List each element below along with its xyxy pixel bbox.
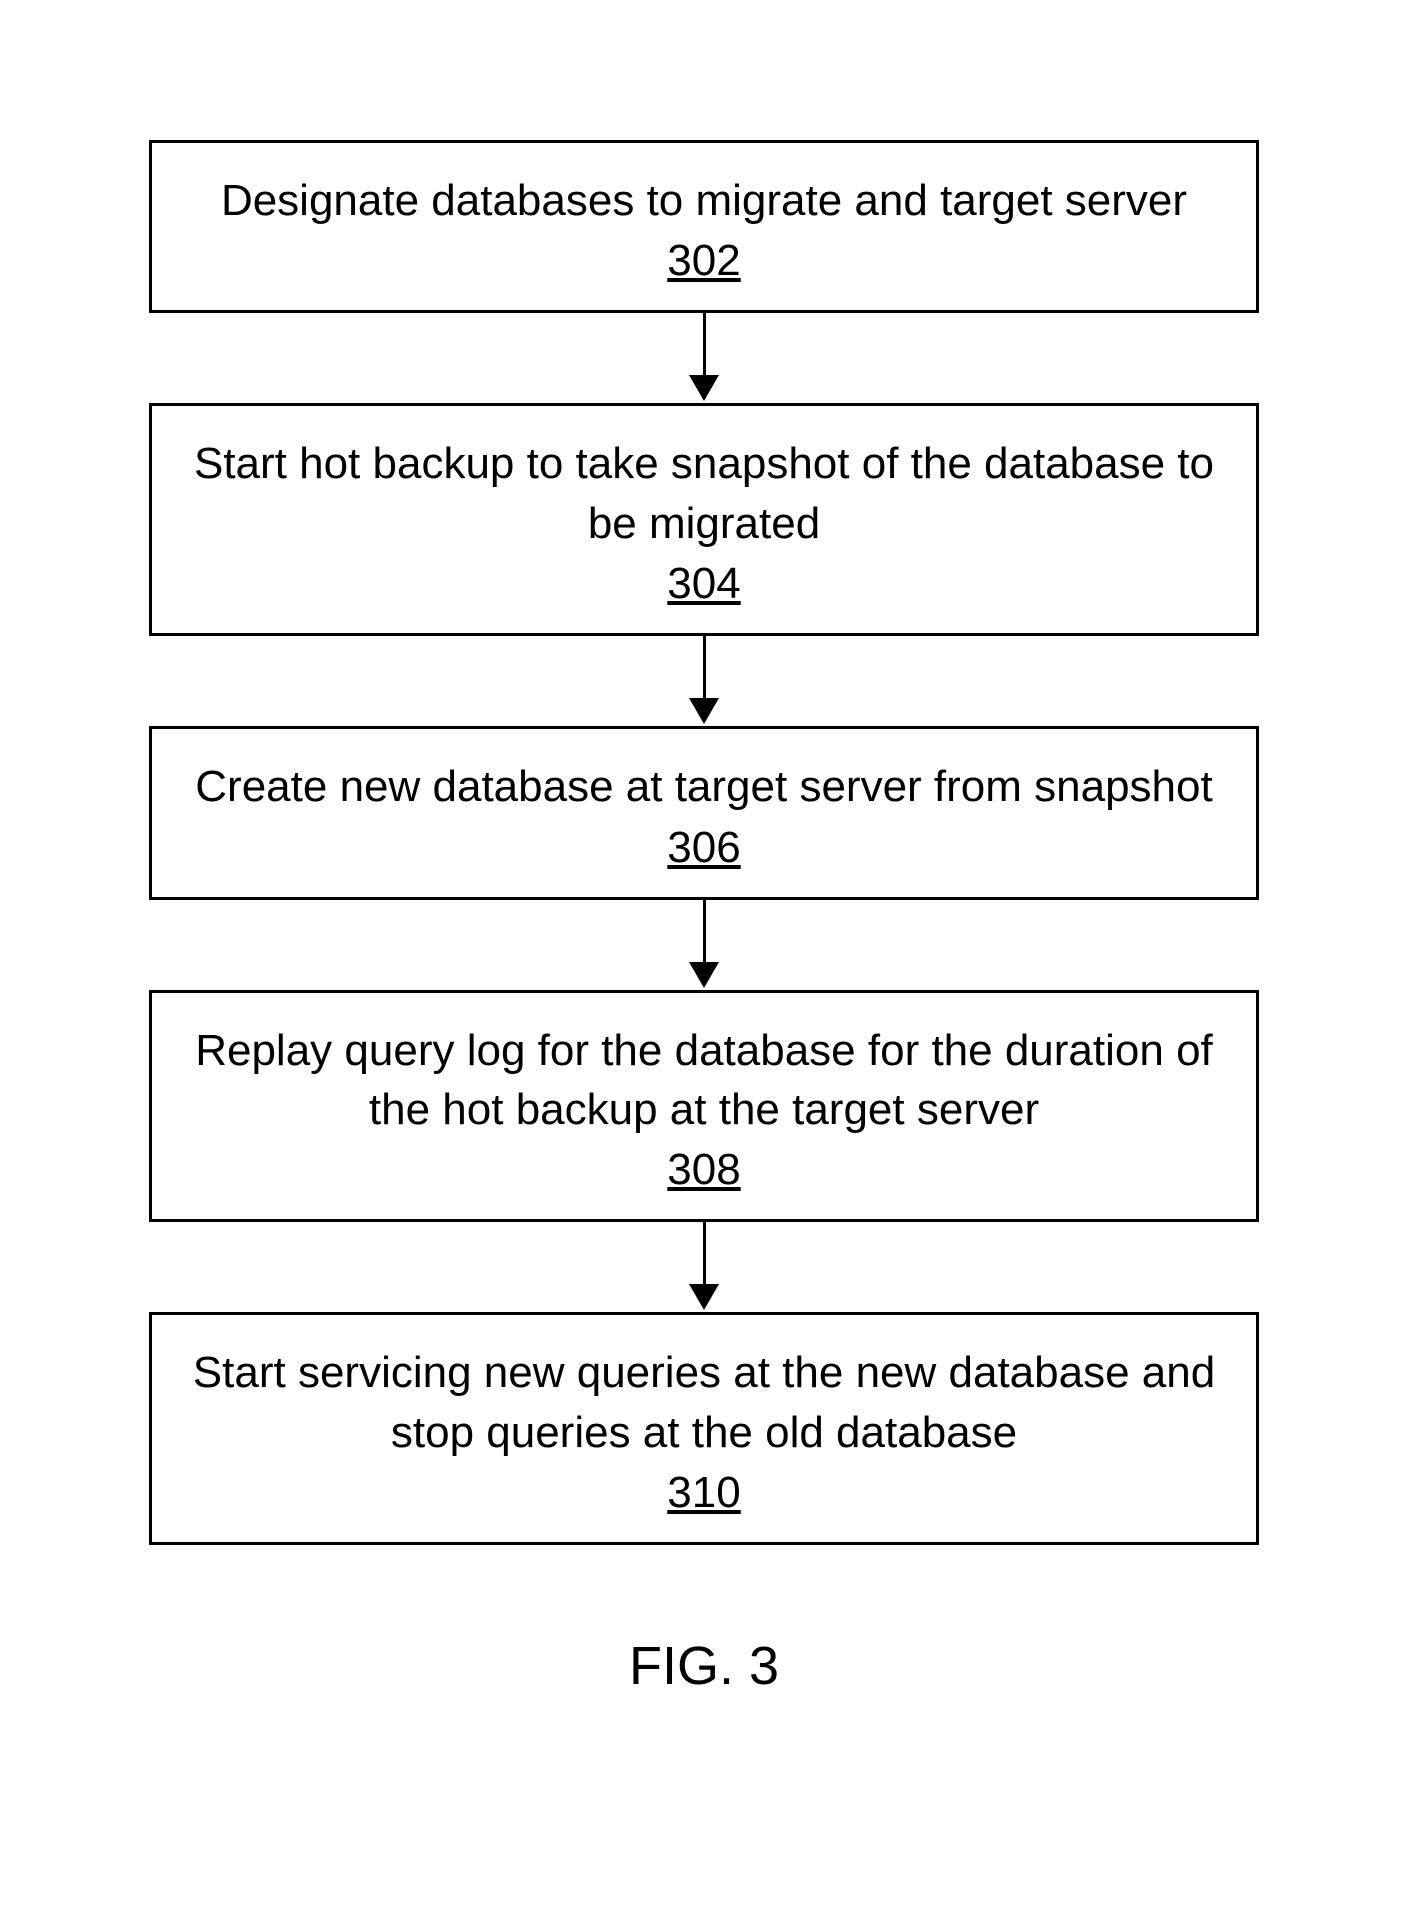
arrow-icon [689,900,719,990]
figure-label: FIG. 3 [629,1635,779,1697]
step-ref: 306 [667,823,740,873]
flowchart-container: Designate databases to migrate and targe… [149,140,1259,1545]
step-text: Replay query log for the database for th… [192,1021,1216,1140]
arrow-icon [689,636,719,726]
arrow-icon [689,1222,719,1312]
flowchart-step-310: Start servicing new queries at the new d… [149,1312,1259,1545]
flowchart-step-308: Replay query log for the database for th… [149,990,1259,1223]
step-text: Start hot backup to take snapshot of the… [192,434,1216,553]
flowchart-step-304: Start hot backup to take snapshot of the… [149,403,1259,636]
step-ref: 308 [667,1145,740,1195]
step-ref: 304 [667,559,740,609]
step-text: Designate databases to migrate and targe… [192,171,1216,230]
step-ref: 302 [667,236,740,286]
step-text: Start servicing new queries at the new d… [192,1343,1216,1462]
flowchart-step-302: Designate databases to migrate and targe… [149,140,1259,313]
arrow-icon [689,313,719,403]
step-ref: 310 [667,1468,740,1518]
step-text: Create new database at target server fro… [192,757,1216,816]
flowchart-step-306: Create new database at target server fro… [149,726,1259,899]
